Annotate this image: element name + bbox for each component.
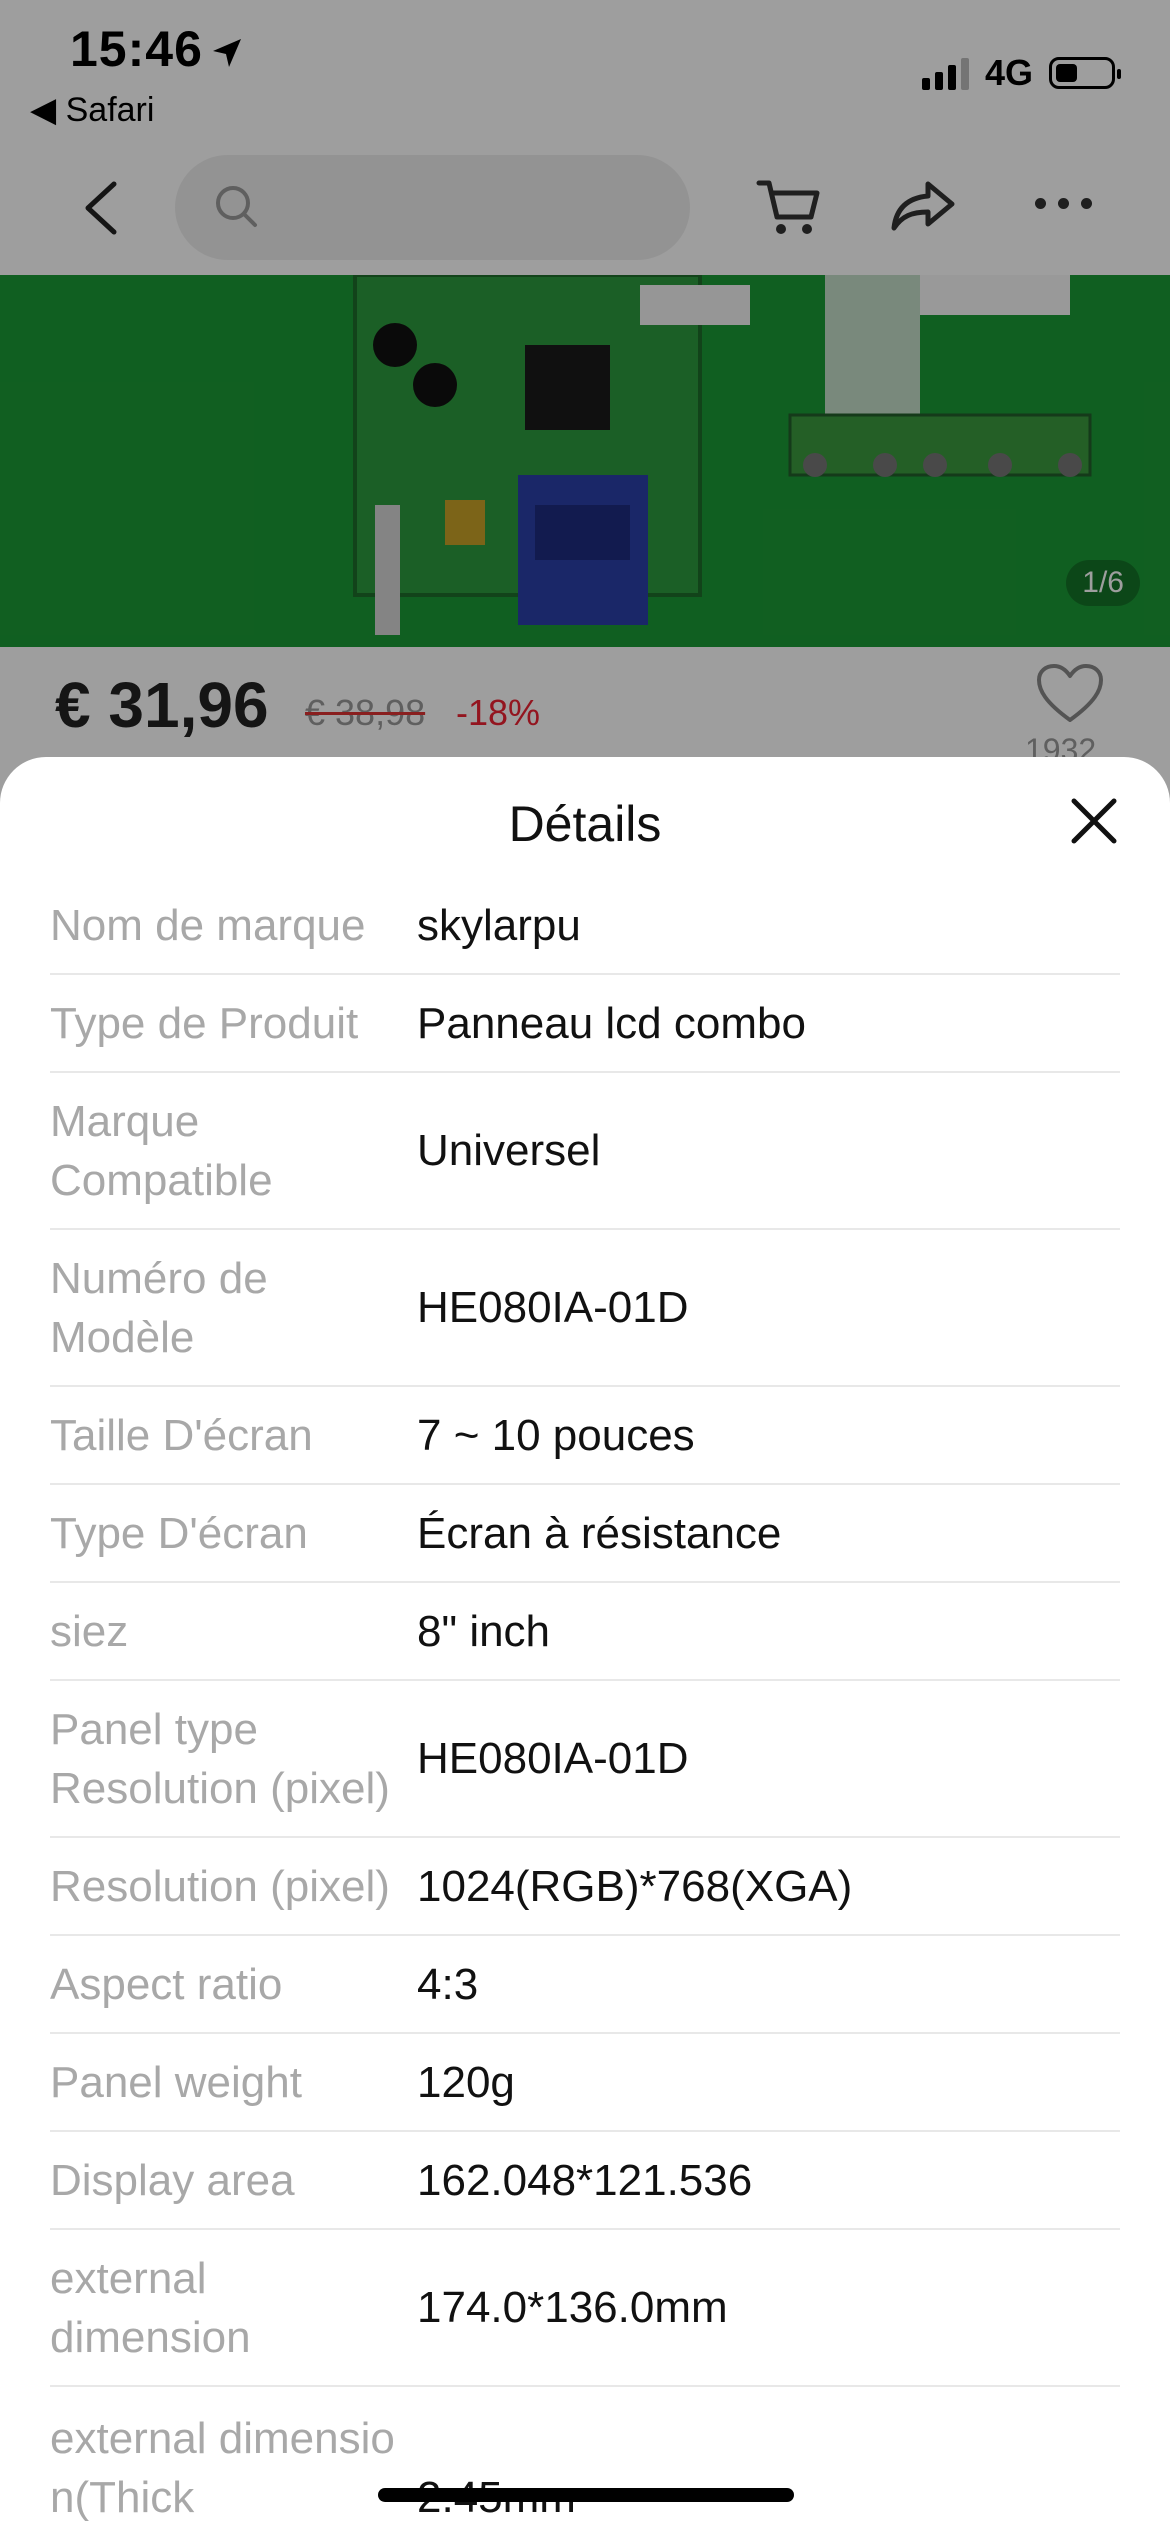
detail-value: 1024(RGB)*768(XGA) <box>417 1861 853 1911</box>
detail-value: 8" inch <box>417 1606 551 1656</box>
detail-value: 2.45mm <box>417 2409 1120 2527</box>
detail-row: Numéro de Modèle HE080IA-01D <box>50 1230 1120 1387</box>
detail-value: Panneau lcd combo <box>417 998 806 1048</box>
detail-value: HE080IA-01D <box>417 1283 689 1332</box>
detail-value: Universel <box>417 1126 601 1175</box>
detail-row: Marque Compatible Universel <box>50 1073 1120 1230</box>
detail-row: Panel weight 120g <box>50 2034 1120 2132</box>
detail-value: HE080IA-01D <box>417 1734 689 1783</box>
detail-key: Taille D'écran <box>50 1410 313 1460</box>
detail-key: Resolution (pixel) <box>50 1861 390 1911</box>
close-icon[interactable] <box>1068 795 1120 847</box>
detail-row: external dimension 174.0*136.0mm <box>50 2230 1120 2387</box>
detail-key: Marque Compatible <box>50 1096 273 1205</box>
detail-row: Display area 162.048*121.536 <box>50 2132 1120 2230</box>
detail-value: 120g <box>417 2057 515 2107</box>
detail-key: Numéro de Modèle <box>50 1253 268 1362</box>
detail-key: external dimension <box>50 2253 251 2362</box>
details-sheet: Détails Nom de marque skylarpu Type de Pr… <box>0 757 1170 2532</box>
detail-value: 7 ~ 10 pouces <box>417 1410 695 1460</box>
detail-key: siez <box>50 1606 129 1656</box>
home-indicator[interactable] <box>378 2488 794 2502</box>
detail-key: Aspect ratio <box>50 1959 283 2009</box>
detail-key: Type D'écran <box>50 1508 308 1558</box>
detail-row: Type D'écran Écran à résistance <box>50 1485 1120 1583</box>
detail-key: Panel weight <box>50 2057 302 2107</box>
detail-row: Aspect ratio 4:3 <box>50 1936 1120 2034</box>
detail-key: Display area <box>50 2155 295 2205</box>
detail-row: Taille D'écran 7 ~ 10 pouces <box>50 1387 1120 1485</box>
detail-row: Resolution (pixel) 1024(RGB)*768(XGA) <box>50 1838 1120 1936</box>
detail-value: Écran à résistance <box>417 1508 782 1558</box>
detail-row: external dimension(Thick2.45mm <box>50 2387 1120 2532</box>
details-list: Nom de marque skylarpu Type de Produit Pan… <box>50 877 1120 2532</box>
detail-value: skylarpu <box>417 900 581 950</box>
detail-key: Nom de marque <box>50 900 366 950</box>
detail-value: 174.0*136.0mm <box>417 2283 728 2332</box>
detail-row: Nom de marque skylarpu <box>50 877 1120 975</box>
detail-value: 162.048*121.536 <box>417 2155 753 2205</box>
sheet-title: Détails <box>508 796 662 852</box>
detail-row: Type de Produit Panneau lcd combo <box>50 975 1120 1073</box>
detail-row: Panel type Resolution (pixel) HE080IA-01D <box>50 1681 1120 1838</box>
detail-value: 4:3 <box>417 1959 479 2009</box>
detail-key: Type de Produit <box>50 998 359 1048</box>
detail-key: Panel type Resolution (pixel) <box>50 1704 390 1813</box>
detail-key: external dimension(Thick <box>50 2414 395 2522</box>
detail-row: siez 8" inch <box>50 1583 1120 1681</box>
